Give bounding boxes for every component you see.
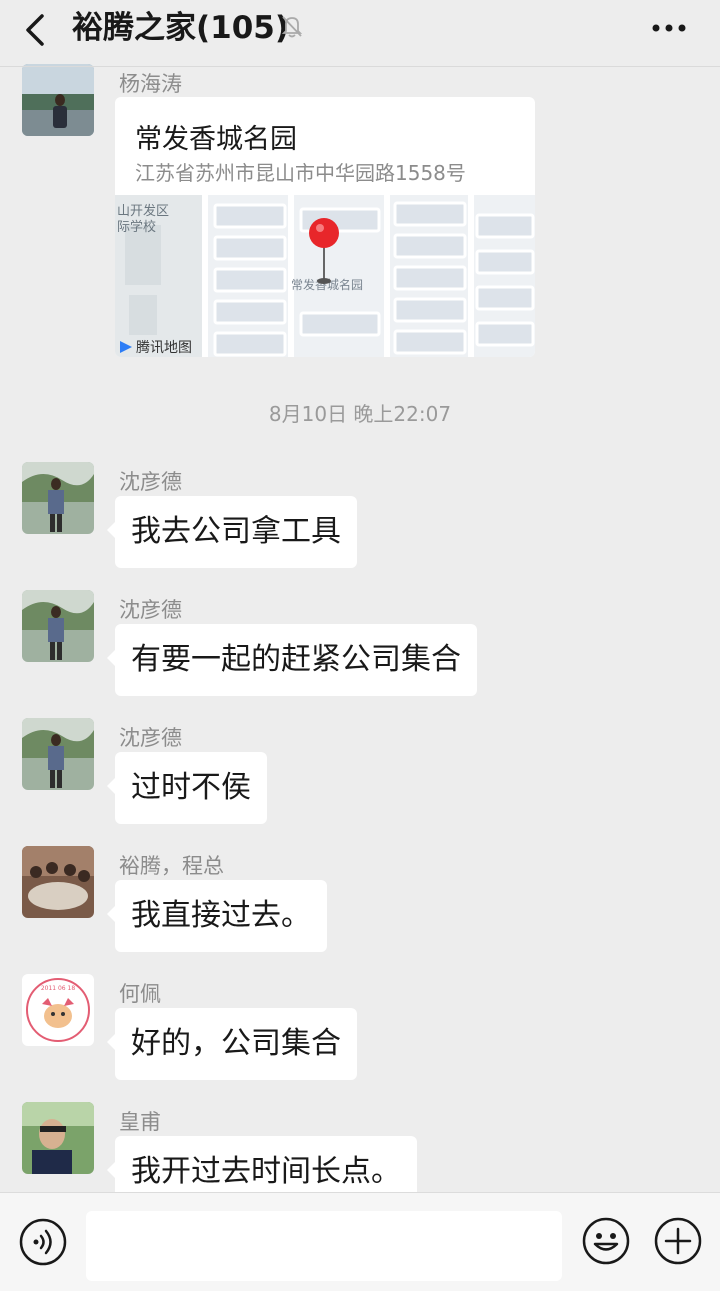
avatar-badge-text: 2011 06 18 [41,985,76,992]
sender-name: 沈彦德 [119,598,182,622]
tencent-map-icon [120,341,132,353]
chat-header: 裕腾之家(105) [0,0,720,60]
avatar[interactable] [22,64,94,136]
message-bubble[interactable]: 我去公司拿工具 [107,496,357,568]
sender-name: 何佩 [119,982,161,1006]
location-name: 常发香城名园 [135,124,297,155]
input-bar [0,1192,720,1291]
map-pin-base [317,278,331,284]
location-address: 江苏省苏州市昆山市中华园路1558号 [135,161,466,185]
avatar[interactable] [22,718,94,790]
avatar[interactable] [22,462,94,534]
map-pin-icon [309,218,339,248]
message-bubble[interactable]: 有要一起的赶紧公司集合 [107,624,477,696]
bell-off-icon [281,16,303,38]
sender-name: 杨海涛 [119,72,182,96]
voice-icon[interactable] [18,1217,68,1267]
chat-title[interactable]: 裕腾之家(105) [72,8,289,48]
message-bubble[interactable]: 我开过去时间长点。 [107,1136,417,1192]
message-bubble[interactable]: 过时不侯 [107,752,267,824]
timestamp: 8月10日 晚上22:07 [268,402,452,426]
map-provider-label: 腾讯地图 [136,340,192,356]
avatar[interactable]: 2011 06 18 [22,974,94,1046]
message-bubble[interactable]: 我直接过去。 [107,880,327,952]
sender-name: 沈彦德 [119,726,182,750]
map-provider: 腾讯地图 [119,337,192,357]
sender-name: 裕腾，程总 [119,854,224,878]
map-label: 山开发区 [117,203,169,219]
sender-name: 皇甫 [119,1110,161,1134]
map-label: 际学校 [117,219,156,235]
more-dots-icon[interactable] [644,10,694,46]
avatar[interactable] [22,590,94,662]
chat-area[interactable]: 杨海涛 常发香城名园 江苏省苏州市昆山市中华园路1558号 山开发区 际学校 常… [0,0,720,1192]
emoji-icon[interactable] [580,1215,632,1267]
plus-icon[interactable] [652,1215,704,1267]
header-divider [0,66,720,67]
message-bubble[interactable]: 好的，公司集合 [107,1008,357,1080]
avatar[interactable] [22,846,94,918]
message-input[interactable] [86,1211,562,1281]
location-card[interactable]: 常发香城名园 江苏省苏州市昆山市中华园路1558号 山开发区 际学校 常发香城名… [115,97,535,357]
sender-name: 沈彦德 [119,470,182,494]
chevron-left-icon[interactable] [14,8,58,52]
avatar[interactable] [22,1102,94,1174]
location-map[interactable]: 山开发区 际学校 常发香城名园 [115,195,535,357]
